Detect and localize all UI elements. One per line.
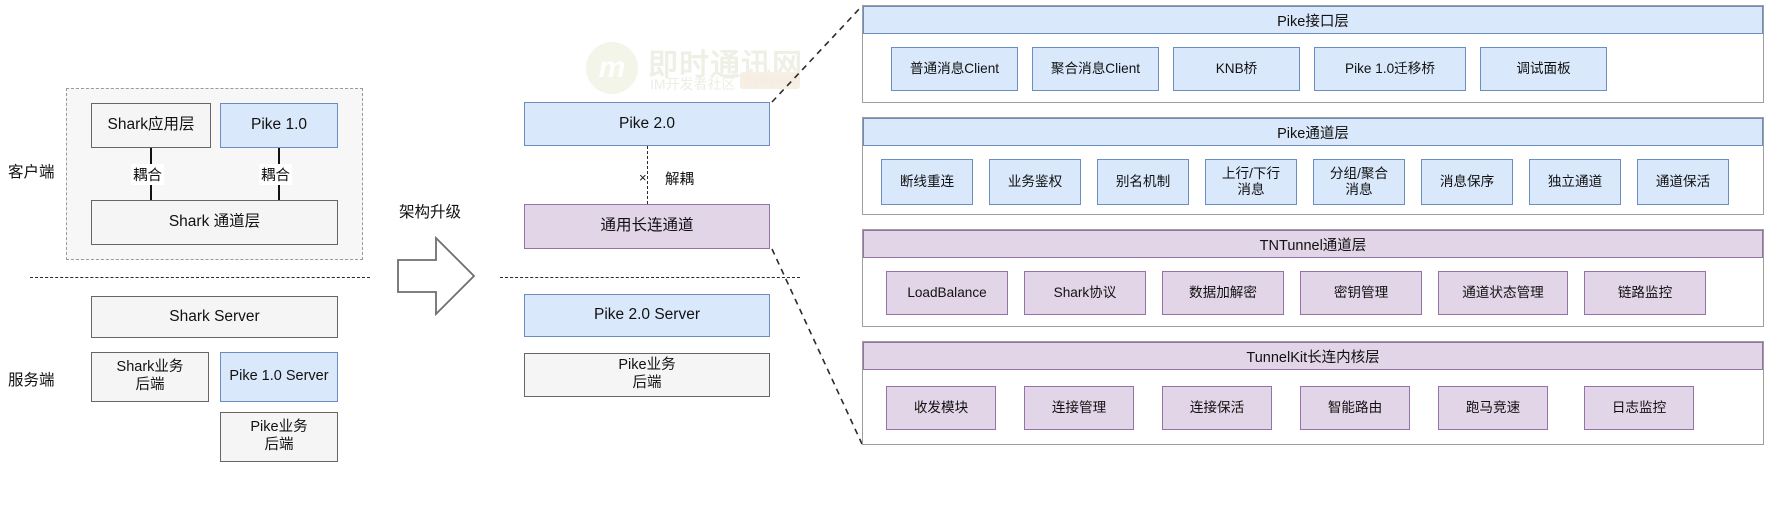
box-shark-server[interactable]: Shark Server [91, 296, 338, 338]
side-label-server: 服务端 [8, 372, 55, 389]
chip-tunnelkit-2[interactable]: 连接保活 [1162, 386, 1272, 430]
decouple-label: 解耦 [663, 168, 696, 189]
box-universal-long-connection-channel[interactable]: 通用长连通道 [524, 204, 770, 249]
chip-tntunnel-5[interactable]: 链路监控 [1584, 271, 1706, 315]
layer-title-tntunnel-channel: TNTunnel通道层 [863, 230, 1763, 258]
box-shark-app-layer[interactable]: Shark应用层 [91, 103, 211, 148]
layer-title-pike-channel: Pike通道层 [863, 118, 1763, 146]
chip-tunnelkit-4[interactable]: 跑马竞速 [1438, 386, 1548, 430]
box-pike-1-0-server[interactable]: Pike 1.0 Server [220, 352, 338, 402]
chip-pike-channel-4[interactable]: 分组/聚合 消息 [1313, 159, 1405, 205]
box-pike-2-0-server[interactable]: Pike 2.0 Server [524, 294, 770, 337]
side-label-client: 客户端 [8, 164, 55, 181]
chip-tunnelkit-5[interactable]: 日志监控 [1584, 386, 1694, 430]
layer-title-tunnelkit-kernel: TunnelKit长连内核层 [863, 342, 1763, 370]
layer-panel-tntunnel-channel: TNTunnel通道层 LoadBalance Shark协议 数据加解密 密钥… [862, 229, 1764, 327]
box-pike-1-0[interactable]: Pike 1.0 [220, 103, 338, 148]
coupling-label-right: 耦合 [259, 164, 292, 185]
chip-pike-channel-7[interactable]: 通道保活 [1637, 159, 1729, 205]
chip-tntunnel-3[interactable]: 密钥管理 [1300, 271, 1422, 315]
chip-tunnelkit-3[interactable]: 智能路由 [1300, 386, 1410, 430]
architecture-diagram: m 即时通讯网 IM开发者社区 52im.net 客户端 服务端 Shark应用… [0, 0, 1770, 519]
layer-panel-pike-interface: Pike接口层 普通消息Client 聚合消息Client KNB桥 Pike … [862, 5, 1764, 103]
upgrade-arrow-icon [397, 235, 476, 317]
chip-tntunnel-2[interactable]: 数据加解密 [1162, 271, 1284, 315]
box-pike-business-backend-new[interactable]: Pike业务 后端 [524, 353, 770, 397]
layer-panel-tunnelkit-kernel: TunnelKit长连内核层 收发模块 连接管理 连接保活 智能路由 跑马竞速 … [862, 341, 1764, 445]
layer-title-pike-interface: Pike接口层 [863, 6, 1763, 34]
decouple-x-icon: × [639, 170, 647, 185]
watermark-badge: 52im.net [740, 72, 800, 89]
site-watermark: m 即时通讯网 IM开发者社区 52im.net [586, 38, 818, 96]
watermark-title: 即时通讯网 [648, 49, 803, 82]
chip-tntunnel-4[interactable]: 通道状态管理 [1438, 271, 1568, 315]
chip-pike-channel-0[interactable]: 断线重连 [881, 159, 973, 205]
chip-pike-interface-0[interactable]: 普通消息Client [891, 47, 1018, 91]
box-pike-business-backend-old[interactable]: Pike业务 后端 [220, 412, 338, 462]
watermark-subtitle: IM开发者社区 [650, 76, 736, 92]
layer-panel-pike-channel: Pike通道层 断线重连 业务鉴权 别名机制 上行/下行 消息 分组/聚合 消息… [862, 117, 1764, 215]
chip-pike-channel-3[interactable]: 上行/下行 消息 [1205, 159, 1297, 205]
decouple-line [647, 146, 648, 204]
box-shark-business-backend[interactable]: Shark业务 后端 [91, 352, 209, 402]
arch-upgrade-label: 架构升级 [399, 204, 462, 221]
chip-pike-interface-2[interactable]: KNB桥 [1173, 47, 1300, 91]
watermark-logo-icon: m [586, 42, 638, 94]
chip-tntunnel-0[interactable]: LoadBalance [886, 271, 1008, 315]
chip-pike-interface-1[interactable]: 聚合消息Client [1032, 47, 1159, 91]
client-server-divider-right [500, 277, 800, 278]
chip-tunnelkit-0[interactable]: 收发模块 [886, 386, 996, 430]
chip-tunnelkit-1[interactable]: 连接管理 [1024, 386, 1134, 430]
coupling-label-left: 耦合 [131, 164, 164, 185]
box-pike-2-0[interactable]: Pike 2.0 [524, 102, 770, 146]
chip-pike-channel-6[interactable]: 独立通道 [1529, 159, 1621, 205]
chip-pike-interface-3[interactable]: Pike 1.0迁移桥 [1314, 47, 1466, 91]
box-shark-channel-layer[interactable]: Shark 通道层 [91, 200, 338, 245]
chip-pike-channel-5[interactable]: 消息保序 [1421, 159, 1513, 205]
chip-pike-interface-4[interactable]: 调试面板 [1480, 47, 1607, 91]
chip-pike-channel-2[interactable]: 别名机制 [1097, 159, 1189, 205]
chip-pike-channel-1[interactable]: 业务鉴权 [989, 159, 1081, 205]
client-server-divider-left [30, 277, 370, 278]
chip-tntunnel-1[interactable]: Shark协议 [1024, 271, 1146, 315]
